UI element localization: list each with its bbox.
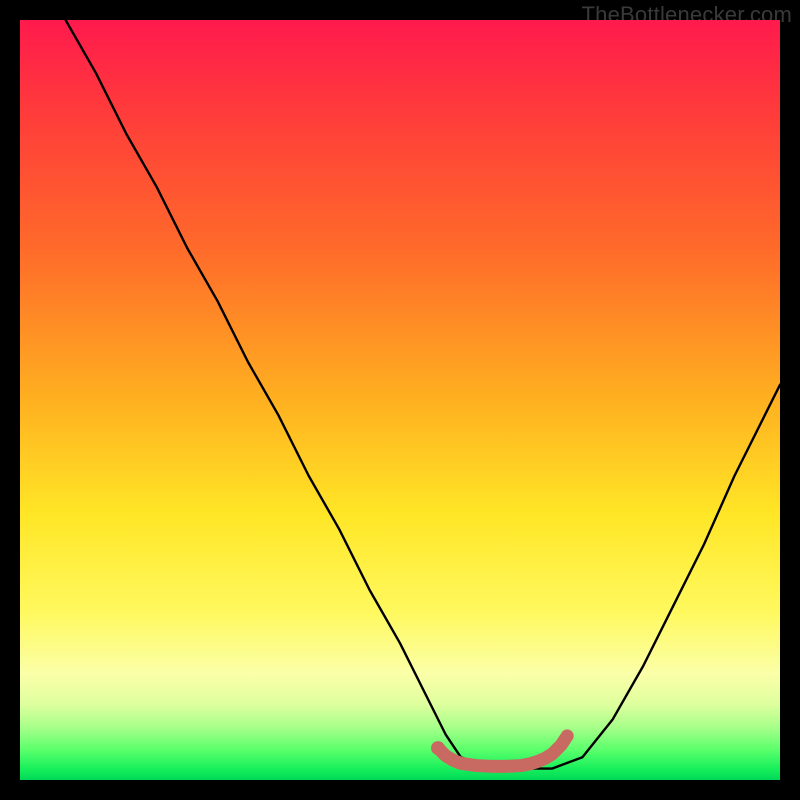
chart-svg — [20, 20, 780, 780]
plot-area — [20, 20, 780, 780]
chart-frame: TheBottlenecker.com — [0, 0, 800, 800]
bottleneck-curve — [66, 20, 780, 769]
optimal-marker — [431, 741, 445, 755]
